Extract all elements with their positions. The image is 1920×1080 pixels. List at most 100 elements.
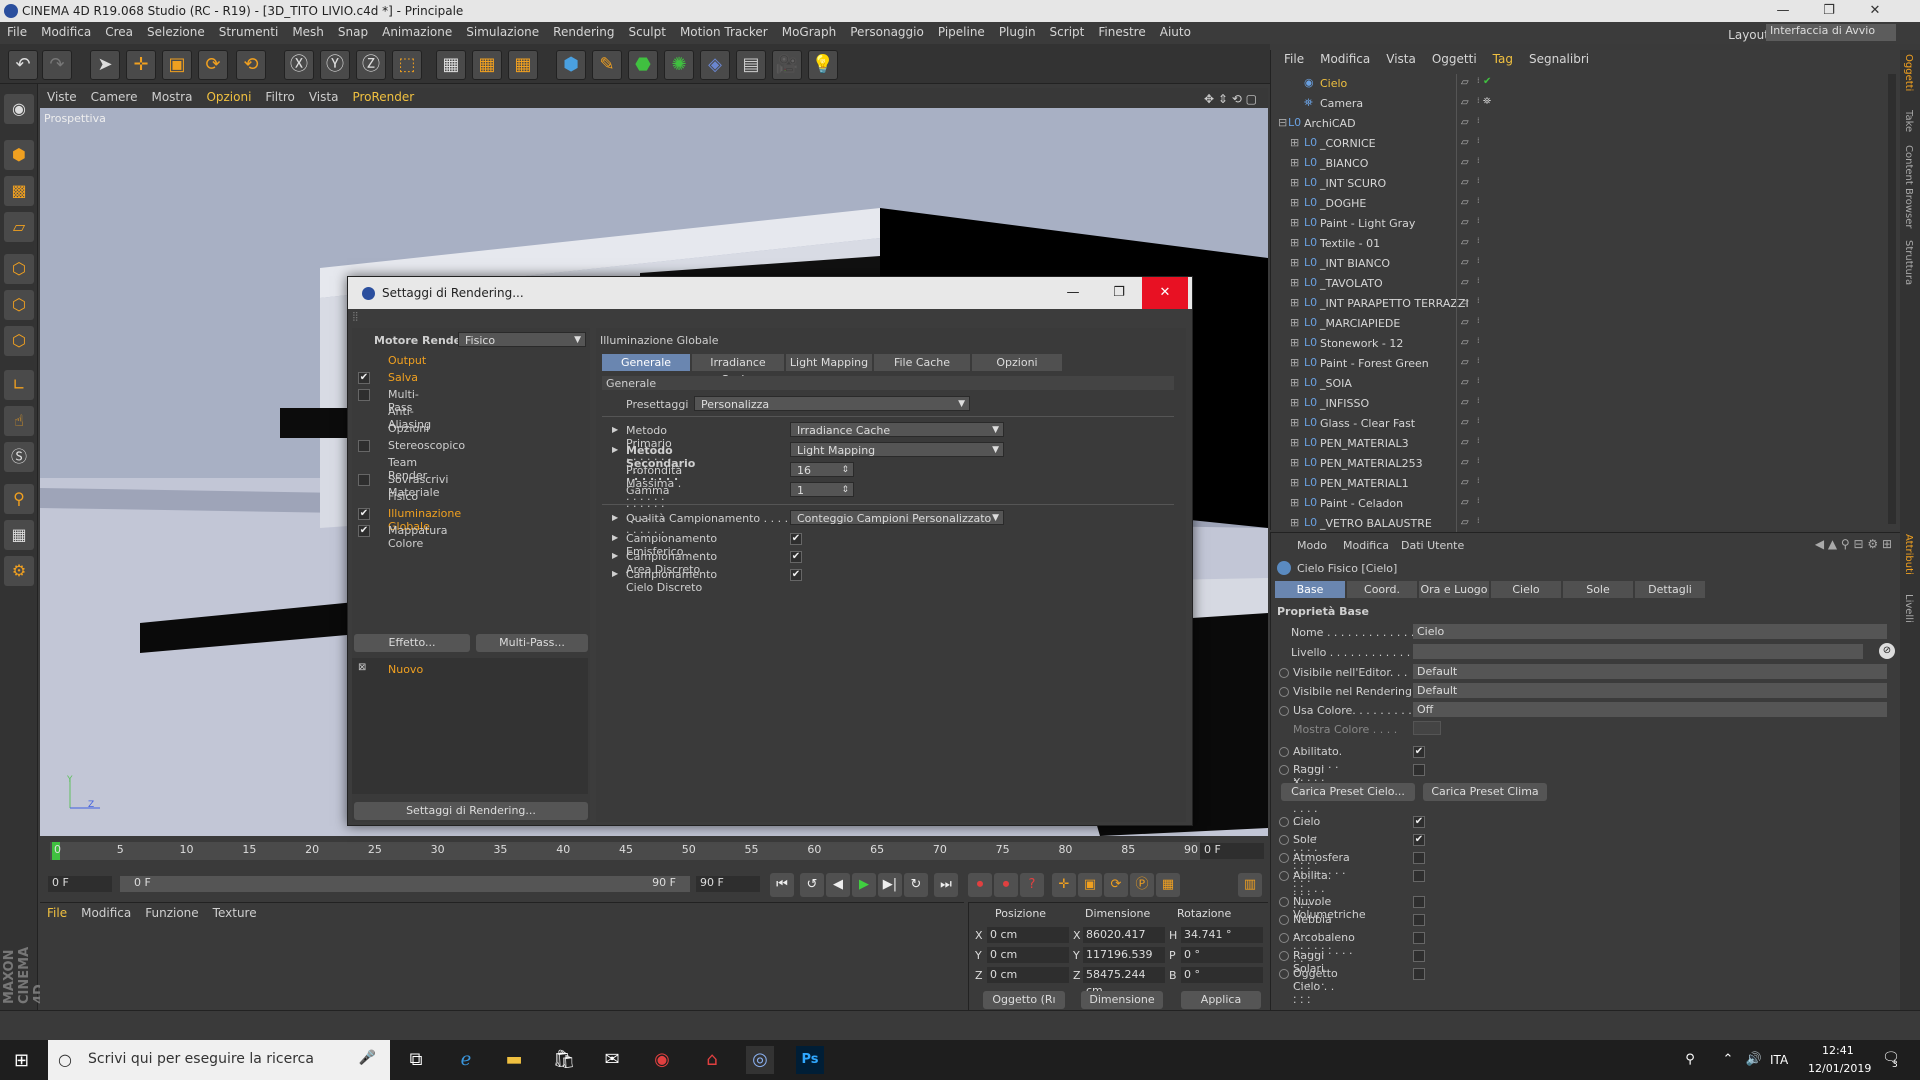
object-row[interactable]: ⊞ L0 _DOGHE ▱ ⁞ xyxy=(1276,194,1890,214)
preview-range-slider[interactable]: 0 F 90 F xyxy=(120,876,690,892)
dots-icon[interactable]: ⁞ xyxy=(1477,156,1480,165)
camera-tag-icon[interactable]: ⛯ xyxy=(1483,96,1491,107)
attr-tab-cielo[interactable]: Cielo xyxy=(1491,581,1561,598)
move-tool-icon[interactable]: ✛ xyxy=(126,50,156,80)
attr-checkbox[interactable] xyxy=(1413,950,1425,962)
expand-toggle-icon[interactable]: ⊞ xyxy=(1290,516,1299,529)
strip-tab-struttura[interactable]: Struttura xyxy=(1903,240,1914,285)
close-button[interactable]: ✕ xyxy=(1852,0,1898,22)
attr-checkbox[interactable] xyxy=(1413,852,1425,864)
dots-icon[interactable]: ⁞ xyxy=(1477,236,1480,245)
object-flags[interactable]: ▱ ⁞ ✔ xyxy=(1456,74,1496,94)
strip-tab-oggetti[interactable]: Oggetti xyxy=(1903,54,1914,91)
preset-item-nuovo[interactable]: Nuovo xyxy=(388,663,423,676)
dots-icon[interactable]: ⁞ xyxy=(1477,116,1480,125)
points-mode-icon[interactable]: ⬡ xyxy=(4,254,34,284)
object-row[interactable]: ⊞ L0 _INT BIANCO ▱ ⁞ xyxy=(1276,254,1890,274)
attr-tab-sole[interactable]: Sole xyxy=(1563,581,1633,598)
expand-toggle-icon[interactable]: ⊞ xyxy=(1290,276,1299,289)
visibility-icon[interactable]: ▱ xyxy=(1461,217,1469,228)
visibility-icon[interactable]: ▱ xyxy=(1461,337,1469,348)
object-row[interactable]: ⛯ Camera ▱ ⁞ ⛯ xyxy=(1276,94,1890,114)
menu-crea[interactable]: Crea xyxy=(98,22,140,42)
prev-key-icon[interactable]: ↺ xyxy=(800,873,824,897)
visibility-icon[interactable]: ▱ xyxy=(1461,237,1469,248)
archicad-icon[interactable]: ⌂ xyxy=(698,1046,726,1074)
expand-toggle-icon[interactable]: ⊞ xyxy=(1290,296,1299,309)
render-setting-item[interactable]: Opzioni xyxy=(388,422,429,435)
visibility-icon[interactable]: ▱ xyxy=(1461,397,1469,408)
scale-tool-icon[interactable]: ▣ xyxy=(162,50,192,80)
magnet-icon[interactable]: ⚲ xyxy=(4,484,34,514)
menu-plugin[interactable]: Plugin xyxy=(992,22,1043,42)
attr-menu-modo[interactable]: Modo xyxy=(1297,539,1327,552)
photoshop-icon[interactable]: Ps xyxy=(796,1046,824,1074)
object-row[interactable]: ⊞ L0 _BIANCO ▱ ⁞ xyxy=(1276,154,1890,174)
visibility-icon[interactable]: ▱ xyxy=(1461,277,1469,288)
visibility-icon[interactable]: ▱ xyxy=(1461,377,1469,388)
setting-enable-checkbox[interactable] xyxy=(358,389,370,401)
mat-menu-texture[interactable]: Texture xyxy=(206,903,264,923)
gi-tab-irradiance-cache[interactable]: Irradiance Cache xyxy=(692,354,784,386)
expand-toggle-icon[interactable]: ⊞ xyxy=(1290,476,1299,489)
dots-icon[interactable]: ⁞ xyxy=(1477,456,1480,465)
store-icon[interactable]: 🛍 xyxy=(550,1046,578,1074)
attr-menu-modifica[interactable]: Modifica xyxy=(1343,539,1389,552)
object-row[interactable]: ⊞ L0 Glass - Clear Fast ▱ ⁞ xyxy=(1276,414,1890,434)
menu-simulazione[interactable]: Simulazione xyxy=(459,22,546,42)
object-flags[interactable]: ▱ ⁞ xyxy=(1456,154,1496,174)
object-flags[interactable]: ▱ ⁞ xyxy=(1456,174,1496,194)
model-mode-icon[interactable]: ⬢ xyxy=(4,140,34,170)
rotation-p-field[interactable]: 0 ° xyxy=(1181,947,1263,963)
attr-tab-base[interactable]: Base xyxy=(1275,581,1345,598)
object-flags[interactable]: ▱ ⁞ xyxy=(1456,114,1496,134)
auto-key-icon[interactable]: ⏺ xyxy=(994,873,1018,897)
rotation-h-field[interactable]: 34.741 ° xyxy=(1181,927,1263,943)
object-flags[interactable]: ▱ ⁞ xyxy=(1456,374,1496,394)
object-row[interactable]: ◉ Cielo ▱ ⁞ ✔ xyxy=(1276,74,1890,94)
mat-menu-file[interactable]: File xyxy=(40,903,74,923)
attr-tab-dettagli[interactable]: Dettagli xyxy=(1635,581,1705,598)
menu-script[interactable]: Script xyxy=(1043,22,1092,42)
vp-menu-viste[interactable]: Viste xyxy=(40,88,84,106)
object-row[interactable]: ⊞ L0 Paint - Celadon ▱ ⁞ xyxy=(1276,494,1890,514)
maximize-button[interactable]: ❐ xyxy=(1806,0,1852,22)
vp-menu-vista[interactable]: Vista xyxy=(302,88,346,106)
attr-checkbox[interactable] xyxy=(1413,870,1425,882)
dialog-close-button[interactable]: ✕ xyxy=(1142,277,1188,309)
anim-dot-icon[interactable] xyxy=(1279,706,1289,716)
menu-finestre[interactable]: Finestre xyxy=(1091,22,1152,42)
load-sky-preset-button[interactable]: Carica Preset Cielo... xyxy=(1281,783,1415,801)
expand-arrow-icon[interactable]: ▶ xyxy=(612,425,618,434)
dots-icon[interactable]: ⁞ xyxy=(1477,136,1480,145)
object-row[interactable]: ⊞ L0 Paint - Forest Green ▱ ⁞ xyxy=(1276,354,1890,374)
cinema4d-taskbar-icon[interactable]: ◎ xyxy=(746,1046,774,1074)
anim-dot-icon[interactable] xyxy=(1279,687,1289,697)
expand-toggle-icon[interactable]: ⊞ xyxy=(1290,196,1299,209)
visibility-icon[interactable]: ▱ xyxy=(1461,157,1469,168)
gi-tab-opzioni[interactable]: Opzioni xyxy=(972,354,1062,371)
end-frame-field[interactable]: 90 F xyxy=(696,876,760,892)
expand-arrow-icon[interactable]: ▶ xyxy=(612,533,618,542)
expand-toggle-icon[interactable]: ⊞ xyxy=(1290,316,1299,329)
anim-dot-icon[interactable] xyxy=(1279,951,1289,961)
menu-file[interactable]: File xyxy=(0,22,34,42)
visibility-icon[interactable]: ▱ xyxy=(1461,97,1469,108)
setting-enable-checkbox[interactable]: ✔ xyxy=(358,372,370,384)
gi-checkbox[interactable]: ✔ xyxy=(790,533,802,545)
object-flags[interactable]: ▱ ⁞ ⛯ xyxy=(1456,94,1496,114)
expand-toggle-icon[interactable]: ⊞ xyxy=(1290,136,1299,149)
visible-editor-select[interactable]: Default xyxy=(1413,664,1887,679)
keyframe-selection-icon[interactable]: ? xyxy=(1020,873,1044,897)
visibility-icon[interactable]: ▱ xyxy=(1461,477,1469,488)
vp-menu-filtro[interactable]: Filtro xyxy=(258,88,301,106)
object-row[interactable]: ⊞ L0 Textile - 01 ▱ ⁞ xyxy=(1276,234,1890,254)
setting-enable-checkbox[interactable] xyxy=(358,440,370,452)
expand-toggle-icon[interactable]: ⊞ xyxy=(1290,376,1299,389)
attr-menu-dati-utente[interactable]: Dati Utente xyxy=(1401,539,1464,552)
dots-icon[interactable]: ⁞ xyxy=(1477,316,1480,325)
gi-number-field[interactable]: 1 ⇕ xyxy=(790,482,854,497)
attr-checkbox[interactable]: ✔ xyxy=(1413,816,1425,828)
setting-enable-checkbox[interactable] xyxy=(358,474,370,486)
expand-toggle-icon[interactable]: ⊞ xyxy=(1290,176,1299,189)
